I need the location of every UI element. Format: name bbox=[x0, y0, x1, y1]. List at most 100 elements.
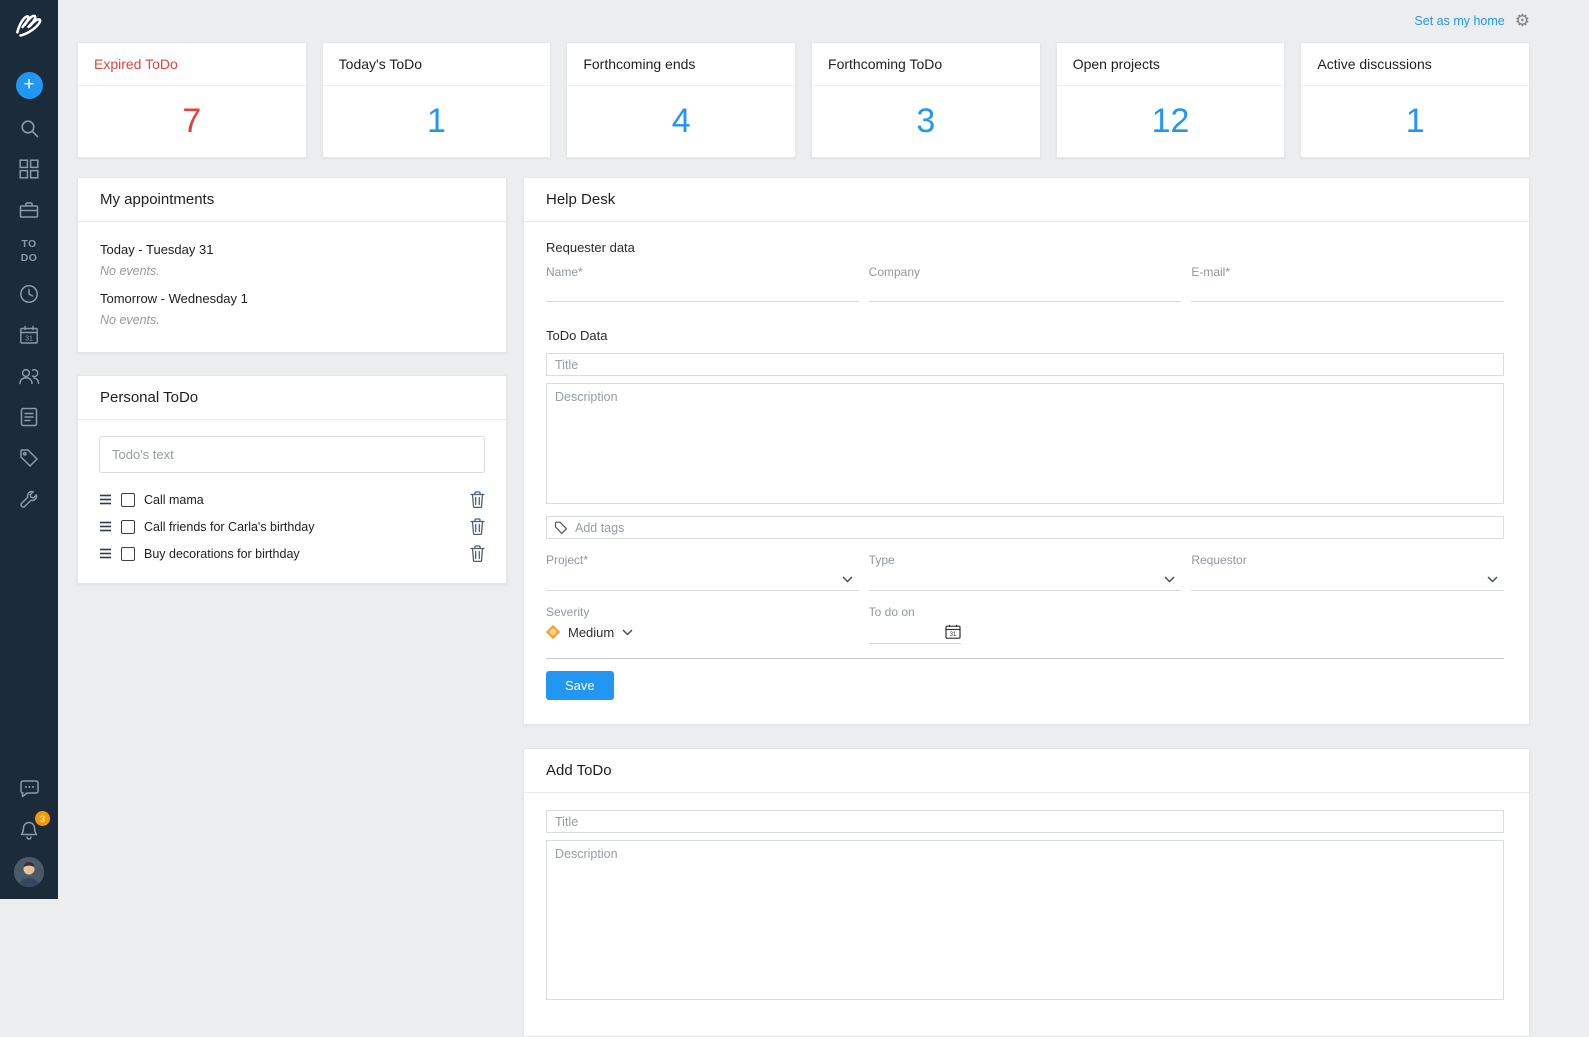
stat-value[interactable]: 1 bbox=[323, 86, 551, 157]
name-label: Name* bbox=[546, 265, 859, 279]
search-icon[interactable] bbox=[17, 116, 41, 140]
notes-icon[interactable] bbox=[17, 405, 41, 429]
project-field: Project* bbox=[546, 553, 859, 591]
add-todo-description-input[interactable] bbox=[546, 840, 1504, 1000]
svg-text:31: 31 bbox=[25, 336, 33, 343]
drag-handle-icon[interactable] bbox=[99, 521, 112, 532]
stat-card-open-projects: Open projects 12 bbox=[1056, 42, 1286, 158]
tools-wrench-icon[interactable] bbox=[17, 487, 41, 511]
stat-value[interactable]: 7 bbox=[78, 86, 306, 157]
tags-input-wrap bbox=[546, 516, 1504, 539]
save-button[interactable]: Save bbox=[546, 671, 614, 700]
sidebar-item-todo[interactable]: TO DO bbox=[17, 238, 41, 265]
add-todo-card: Add ToDo bbox=[523, 748, 1530, 1037]
project-select[interactable] bbox=[546, 568, 859, 591]
type-select[interactable] bbox=[869, 568, 1182, 591]
company-field: Company bbox=[869, 265, 1182, 302]
todo-checkbox[interactable] bbox=[121, 493, 135, 507]
help-desk-card: Help Desk Requester data Name* Company bbox=[523, 177, 1530, 725]
requestor-label: Requestor bbox=[1191, 553, 1504, 567]
company-input[interactable] bbox=[869, 280, 1182, 302]
todo-item-label: Buy decorations for birthday bbox=[144, 547, 461, 561]
app-logo[interactable] bbox=[11, 9, 47, 45]
appointments-body: Today - Tuesday 31 No events. Tomorrow -… bbox=[78, 222, 506, 352]
todo-item: Call mama bbox=[99, 486, 485, 513]
severity-label: Severity bbox=[546, 605, 859, 619]
stat-card-forthcoming-ends: Forthcoming ends 4 bbox=[566, 42, 796, 158]
stat-value[interactable]: 1 bbox=[1301, 86, 1529, 157]
todo-item-label: Call friends for Carla's birthday bbox=[144, 520, 461, 534]
section-todo-data: ToDo Data bbox=[546, 328, 1504, 343]
severity-row: Severity Medium To do on bbox=[546, 605, 1504, 644]
chevron-down-icon bbox=[1487, 576, 1498, 583]
appointment-day: Tomorrow - Wednesday 1 bbox=[100, 291, 484, 306]
stat-value[interactable]: 12 bbox=[1057, 86, 1285, 157]
type-label: Type bbox=[869, 553, 1182, 567]
notifications-bell-icon[interactable]: 3 bbox=[17, 818, 41, 842]
stat-card-active-discussions: Active discussions 1 bbox=[1300, 42, 1530, 158]
trash-icon[interactable] bbox=[470, 545, 485, 562]
severity-medium-icon bbox=[546, 625, 560, 639]
todo-item: Call friends for Carla's birthday bbox=[99, 513, 485, 540]
chevron-down-icon bbox=[1164, 576, 1175, 583]
appointment-status: No events. bbox=[100, 313, 484, 327]
add-todo-form bbox=[524, 793, 1529, 1036]
add-button[interactable] bbox=[16, 72, 43, 99]
helpdesk-title-input[interactable] bbox=[546, 353, 1504, 376]
todo-on-date-input[interactable] bbox=[869, 621, 931, 643]
gear-icon[interactable] bbox=[1515, 11, 1530, 31]
todo-text-input[interactable] bbox=[99, 436, 485, 473]
todo-checkbox[interactable] bbox=[121, 520, 135, 534]
requestor-field: Requestor bbox=[1191, 553, 1504, 591]
add-tags-input[interactable] bbox=[573, 520, 1496, 536]
dashboard-icon[interactable] bbox=[17, 157, 41, 181]
requestor-select[interactable] bbox=[1191, 568, 1504, 591]
trash-icon[interactable] bbox=[470, 518, 485, 535]
set-home-link[interactable]: Set as my home bbox=[1414, 14, 1504, 28]
appointment-day: Today - Tuesday 31 bbox=[100, 242, 484, 257]
user-avatar[interactable] bbox=[14, 857, 44, 887]
time-clock-icon[interactable] bbox=[17, 282, 41, 306]
stat-title: Active discussions bbox=[1301, 43, 1529, 86]
todo-on-field: To do on 31 bbox=[869, 605, 1182, 644]
users-icon[interactable] bbox=[17, 364, 41, 388]
stat-card-expired-todo: Expired ToDo 7 bbox=[77, 42, 307, 158]
stat-value[interactable]: 4 bbox=[567, 86, 795, 157]
helpdesk-description-input[interactable] bbox=[546, 383, 1504, 504]
stat-title: Today's ToDo bbox=[323, 43, 551, 86]
todo-item-label: Call mama bbox=[144, 493, 461, 507]
stat-title: Open projects bbox=[1057, 43, 1285, 86]
chat-icon[interactable] bbox=[17, 777, 41, 801]
email-input[interactable] bbox=[1191, 280, 1504, 302]
project-label: Project* bbox=[546, 553, 859, 567]
projects-briefcase-icon[interactable] bbox=[17, 198, 41, 222]
todo-list: Call mama Call friends for Carla's birth… bbox=[99, 486, 485, 567]
name-field: Name* bbox=[546, 265, 859, 302]
type-field: Type bbox=[869, 553, 1182, 591]
main-content: Set as my home Expired ToDo 7 Today's To… bbox=[58, 0, 1589, 1037]
drag-handle-icon[interactable] bbox=[99, 548, 112, 559]
svg-text:31: 31 bbox=[949, 632, 956, 638]
email-field: E-mail* bbox=[1191, 265, 1504, 302]
severity-select[interactable]: Medium bbox=[546, 620, 859, 644]
add-todo-title-input[interactable] bbox=[546, 810, 1504, 833]
appointment-status: No events. bbox=[100, 264, 484, 278]
datepicker-calendar-icon[interactable]: 31 bbox=[945, 624, 961, 639]
todo-checkbox[interactable] bbox=[121, 547, 135, 561]
left-column: My appointments Today - Tuesday 31 No ev… bbox=[77, 177, 507, 584]
empty-cell bbox=[1191, 605, 1504, 644]
stat-title: Forthcoming ends bbox=[567, 43, 795, 86]
calendar-icon[interactable]: 31 bbox=[17, 323, 41, 347]
card-title: Help Desk bbox=[524, 178, 1529, 222]
email-label: E-mail* bbox=[1191, 265, 1504, 279]
trash-icon[interactable] bbox=[470, 491, 485, 508]
tags-icon[interactable] bbox=[17, 446, 41, 470]
right-column: Help Desk Requester data Name* Company bbox=[523, 177, 1530, 1037]
selects-row: Project* Type Requestor bbox=[546, 553, 1504, 591]
section-requester-data: Requester data bbox=[546, 240, 1504, 255]
stat-value[interactable]: 3 bbox=[812, 86, 1040, 157]
drag-handle-icon[interactable] bbox=[99, 494, 112, 505]
stat-title: Expired ToDo bbox=[78, 43, 306, 86]
notification-badge: 3 bbox=[35, 811, 50, 826]
name-input[interactable] bbox=[546, 280, 859, 302]
